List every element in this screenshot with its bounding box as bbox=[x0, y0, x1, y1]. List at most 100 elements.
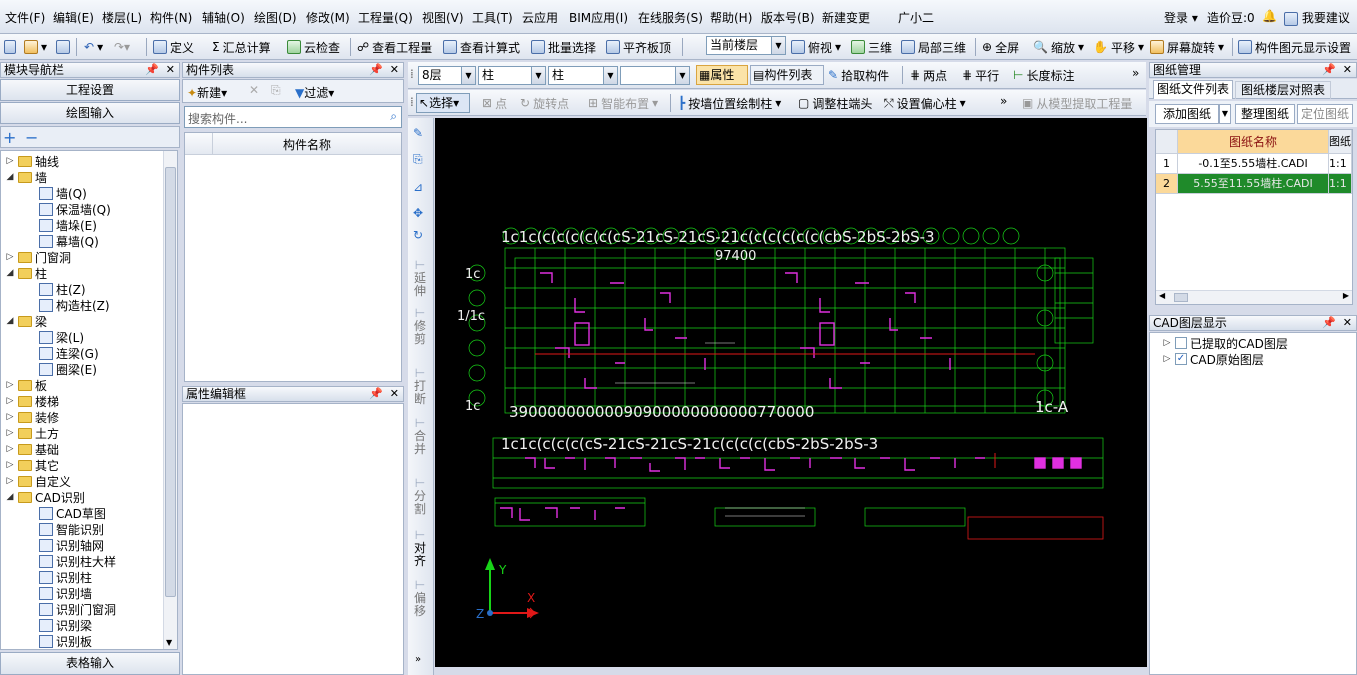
drawing-hscrollbar[interactable]: ◀ ▶ bbox=[1156, 290, 1352, 304]
expand-arrow-icon[interactable]: ▷ bbox=[5, 252, 15, 262]
undo-button[interactable]: ↶ ▾ bbox=[84, 38, 103, 56]
menu-12[interactable]: 在线服务(S) bbox=[638, 9, 703, 26]
menu-7[interactable]: 工程量(Q) bbox=[358, 9, 413, 26]
pin-icon[interactable]: 📌 bbox=[1322, 316, 1336, 330]
view-qty-button[interactable]: ☍ 查看工程量 bbox=[357, 38, 432, 56]
tree-item[interactable]: ◢ 墙 bbox=[5, 169, 47, 185]
expand-arrow-icon[interactable]: ▷ bbox=[1162, 338, 1172, 348]
tree-item[interactable]: ◢ CAD识别 bbox=[5, 489, 85, 505]
adjust-col-end-button[interactable]: ▢ 调整柱端头 bbox=[798, 94, 872, 112]
collapse-arrow-icon[interactable]: ◢ bbox=[5, 172, 15, 182]
drawing-input-button[interactable]: 绘图输入 bbox=[0, 102, 180, 124]
component-name-select[interactable]: ▼ bbox=[620, 66, 690, 85]
expand-arrow-icon[interactable]: ▷ bbox=[5, 380, 15, 390]
view-formula-button[interactable]: 查看计算式 bbox=[443, 38, 520, 56]
tree-item[interactable]: ▷ 基础 bbox=[5, 441, 59, 457]
drawing-row-name[interactable]: -0.1至5.55墙柱.CADI bbox=[1178, 154, 1329, 174]
drawing-row-name[interactable]: 5.55至11.55墙柱.CADI bbox=[1178, 174, 1329, 194]
vertical-tool-3[interactable]: ⊢ 合并 bbox=[408, 416, 432, 456]
menu-10[interactable]: 云应用 bbox=[522, 9, 558, 26]
align-top-button[interactable]: 平齐板顶 bbox=[606, 38, 671, 56]
expand-all-icon[interactable]: + bbox=[3, 128, 16, 147]
login-menu[interactable]: 登录 ▾ bbox=[1164, 9, 1198, 26]
tab-drawing-files[interactable]: 图纸文件列表 bbox=[1153, 80, 1233, 99]
expand-arrow-icon[interactable]: ▷ bbox=[5, 476, 15, 486]
expand-arrow-icon[interactable]: ▷ bbox=[5, 156, 15, 166]
menu-5[interactable]: 绘图(D) bbox=[254, 9, 297, 26]
pan-button[interactable]: ✋ 平移 ▾ bbox=[1093, 38, 1144, 56]
expand-arrow-icon[interactable]: ▷ bbox=[5, 460, 15, 470]
tree-item[interactable]: 识别轴网 bbox=[39, 537, 104, 553]
tree-item[interactable]: 连梁(G) bbox=[39, 345, 99, 361]
pin-icon[interactable]: 📌 bbox=[1322, 63, 1336, 77]
close-icon[interactable]: ✕ bbox=[166, 63, 175, 77]
tree-item[interactable]: ▷ 轴线 bbox=[5, 153, 59, 169]
vertical-tool-4[interactable]: ⊢ 分割 bbox=[408, 476, 432, 516]
menu-3[interactable]: 构件(N) bbox=[150, 9, 192, 26]
filter-button[interactable]: ▼过滤▾ bbox=[295, 84, 334, 101]
tree-item[interactable]: ▷ 楼梯 bbox=[5, 393, 59, 409]
tree-item[interactable]: 墙垛(E) bbox=[39, 217, 97, 233]
move-icon[interactable]: ✥ bbox=[413, 206, 423, 220]
menu-13[interactable]: 帮助(H) bbox=[710, 9, 752, 26]
tree-item[interactable]: 识别柱 bbox=[39, 569, 92, 585]
tree-item[interactable]: ▷ 土方 bbox=[5, 425, 59, 441]
collapse-arrow-icon[interactable]: ◢ bbox=[5, 492, 15, 502]
organize-drawings-button[interactable]: 整理图纸 bbox=[1235, 104, 1295, 124]
tree-item[interactable]: ▷ 自定义 bbox=[5, 473, 71, 489]
set-offset-button[interactable]: ⤲ 设置偏心柱 ▾ bbox=[884, 94, 966, 112]
tree-item[interactable]: 识别柱大样 bbox=[39, 553, 116, 569]
component-list-toggle[interactable]: ▤构件列表 bbox=[750, 65, 824, 85]
parallel-button[interactable]: ⋕ 平行 bbox=[962, 66, 999, 84]
tree-item[interactable]: 梁(L) bbox=[39, 329, 84, 345]
delete-icon[interactable]: ✕ bbox=[249, 83, 259, 97]
new-component-button[interactable]: ✦新建▾ bbox=[187, 84, 227, 101]
close-icon[interactable]: ✕ bbox=[390, 63, 399, 77]
tree-item[interactable]: 幕墙(Q) bbox=[39, 233, 99, 249]
tree-item[interactable]: ▷ 板 bbox=[5, 377, 47, 393]
table-input-button[interactable]: 表格输入 bbox=[0, 652, 180, 675]
close-icon[interactable]: ✕ bbox=[1343, 316, 1352, 330]
nav-scrollbar[interactable]: ▼ bbox=[163, 151, 177, 649]
floor-select[interactable]: 8层 ▼ bbox=[418, 66, 476, 85]
menu-2[interactable]: 楼层(L) bbox=[102, 9, 142, 26]
vertical-tool-2[interactable]: ⊢ 打断 bbox=[408, 366, 432, 406]
tree-item[interactable]: 智能识别 bbox=[39, 521, 104, 537]
pin-icon[interactable]: 📌 bbox=[369, 387, 383, 401]
floor-scope-select[interactable]: 当前楼层 ▼ bbox=[706, 36, 786, 55]
tree-item[interactable]: ▷ 装修 bbox=[5, 409, 59, 425]
mirror-icon[interactable]: ⊿ bbox=[413, 180, 423, 194]
tree-item[interactable]: CAD草图 bbox=[39, 505, 106, 521]
component-type-select[interactable]: 柱 ▼ bbox=[478, 66, 546, 85]
point-button[interactable]: ⊠ 点 bbox=[482, 94, 507, 112]
properties-button[interactable]: ▦属性 bbox=[696, 65, 748, 85]
chevron-down-icon[interactable]: ▼ bbox=[1219, 104, 1231, 124]
new-file-icon[interactable] bbox=[4, 38, 16, 56]
menu-14[interactable]: 版本号(B) bbox=[761, 9, 815, 26]
pick-component-button[interactable]: ✎ 拾取构件 bbox=[828, 66, 889, 84]
draw-by-wall-button[interactable]: ┣ 按墙位置绘制柱 ▾ bbox=[678, 94, 781, 112]
overflow-chevron-icon[interactable]: » bbox=[1132, 66, 1139, 80]
bell-icon[interactable]: 🔔 bbox=[1262, 9, 1277, 23]
collapse-all-icon[interactable]: − bbox=[25, 128, 38, 147]
menu-11[interactable]: BIM应用(I) bbox=[569, 9, 628, 26]
menu-15[interactable]: 新建变更 bbox=[822, 9, 870, 26]
save-icon[interactable] bbox=[56, 38, 70, 56]
tree-item[interactable]: 识别板 bbox=[39, 633, 92, 649]
add-drawing-button[interactable]: 添加图纸 bbox=[1155, 104, 1219, 124]
menu-4[interactable]: 辅轴(O) bbox=[202, 9, 245, 26]
tree-item[interactable]: ◢ 梁 bbox=[5, 313, 47, 329]
vertical-tool-5[interactable]: ⊢ 对齐 bbox=[408, 528, 432, 568]
vertical-tool-0[interactable]: ⊢ 延伸 bbox=[408, 258, 432, 298]
tree-item[interactable]: ▷ 其它 bbox=[5, 457, 59, 473]
menu-6[interactable]: 修改(M) bbox=[306, 9, 350, 26]
overflow-chevron-icon[interactable]: » bbox=[1000, 94, 1007, 108]
tree-item[interactable]: 柱(Z) bbox=[39, 281, 86, 297]
smart-place-button[interactable]: ⊞ 智能布置 ▾ bbox=[588, 94, 658, 112]
copy-icon[interactable]: ⎘ bbox=[271, 83, 281, 98]
pin-icon[interactable]: 📌 bbox=[369, 63, 383, 77]
close-icon[interactable]: ✕ bbox=[1343, 63, 1352, 77]
expand-arrow-icon[interactable]: ▷ bbox=[5, 428, 15, 438]
expand-arrow-icon[interactable]: ▷ bbox=[5, 396, 15, 406]
expand-arrow-icon[interactable]: ▷ bbox=[5, 444, 15, 454]
